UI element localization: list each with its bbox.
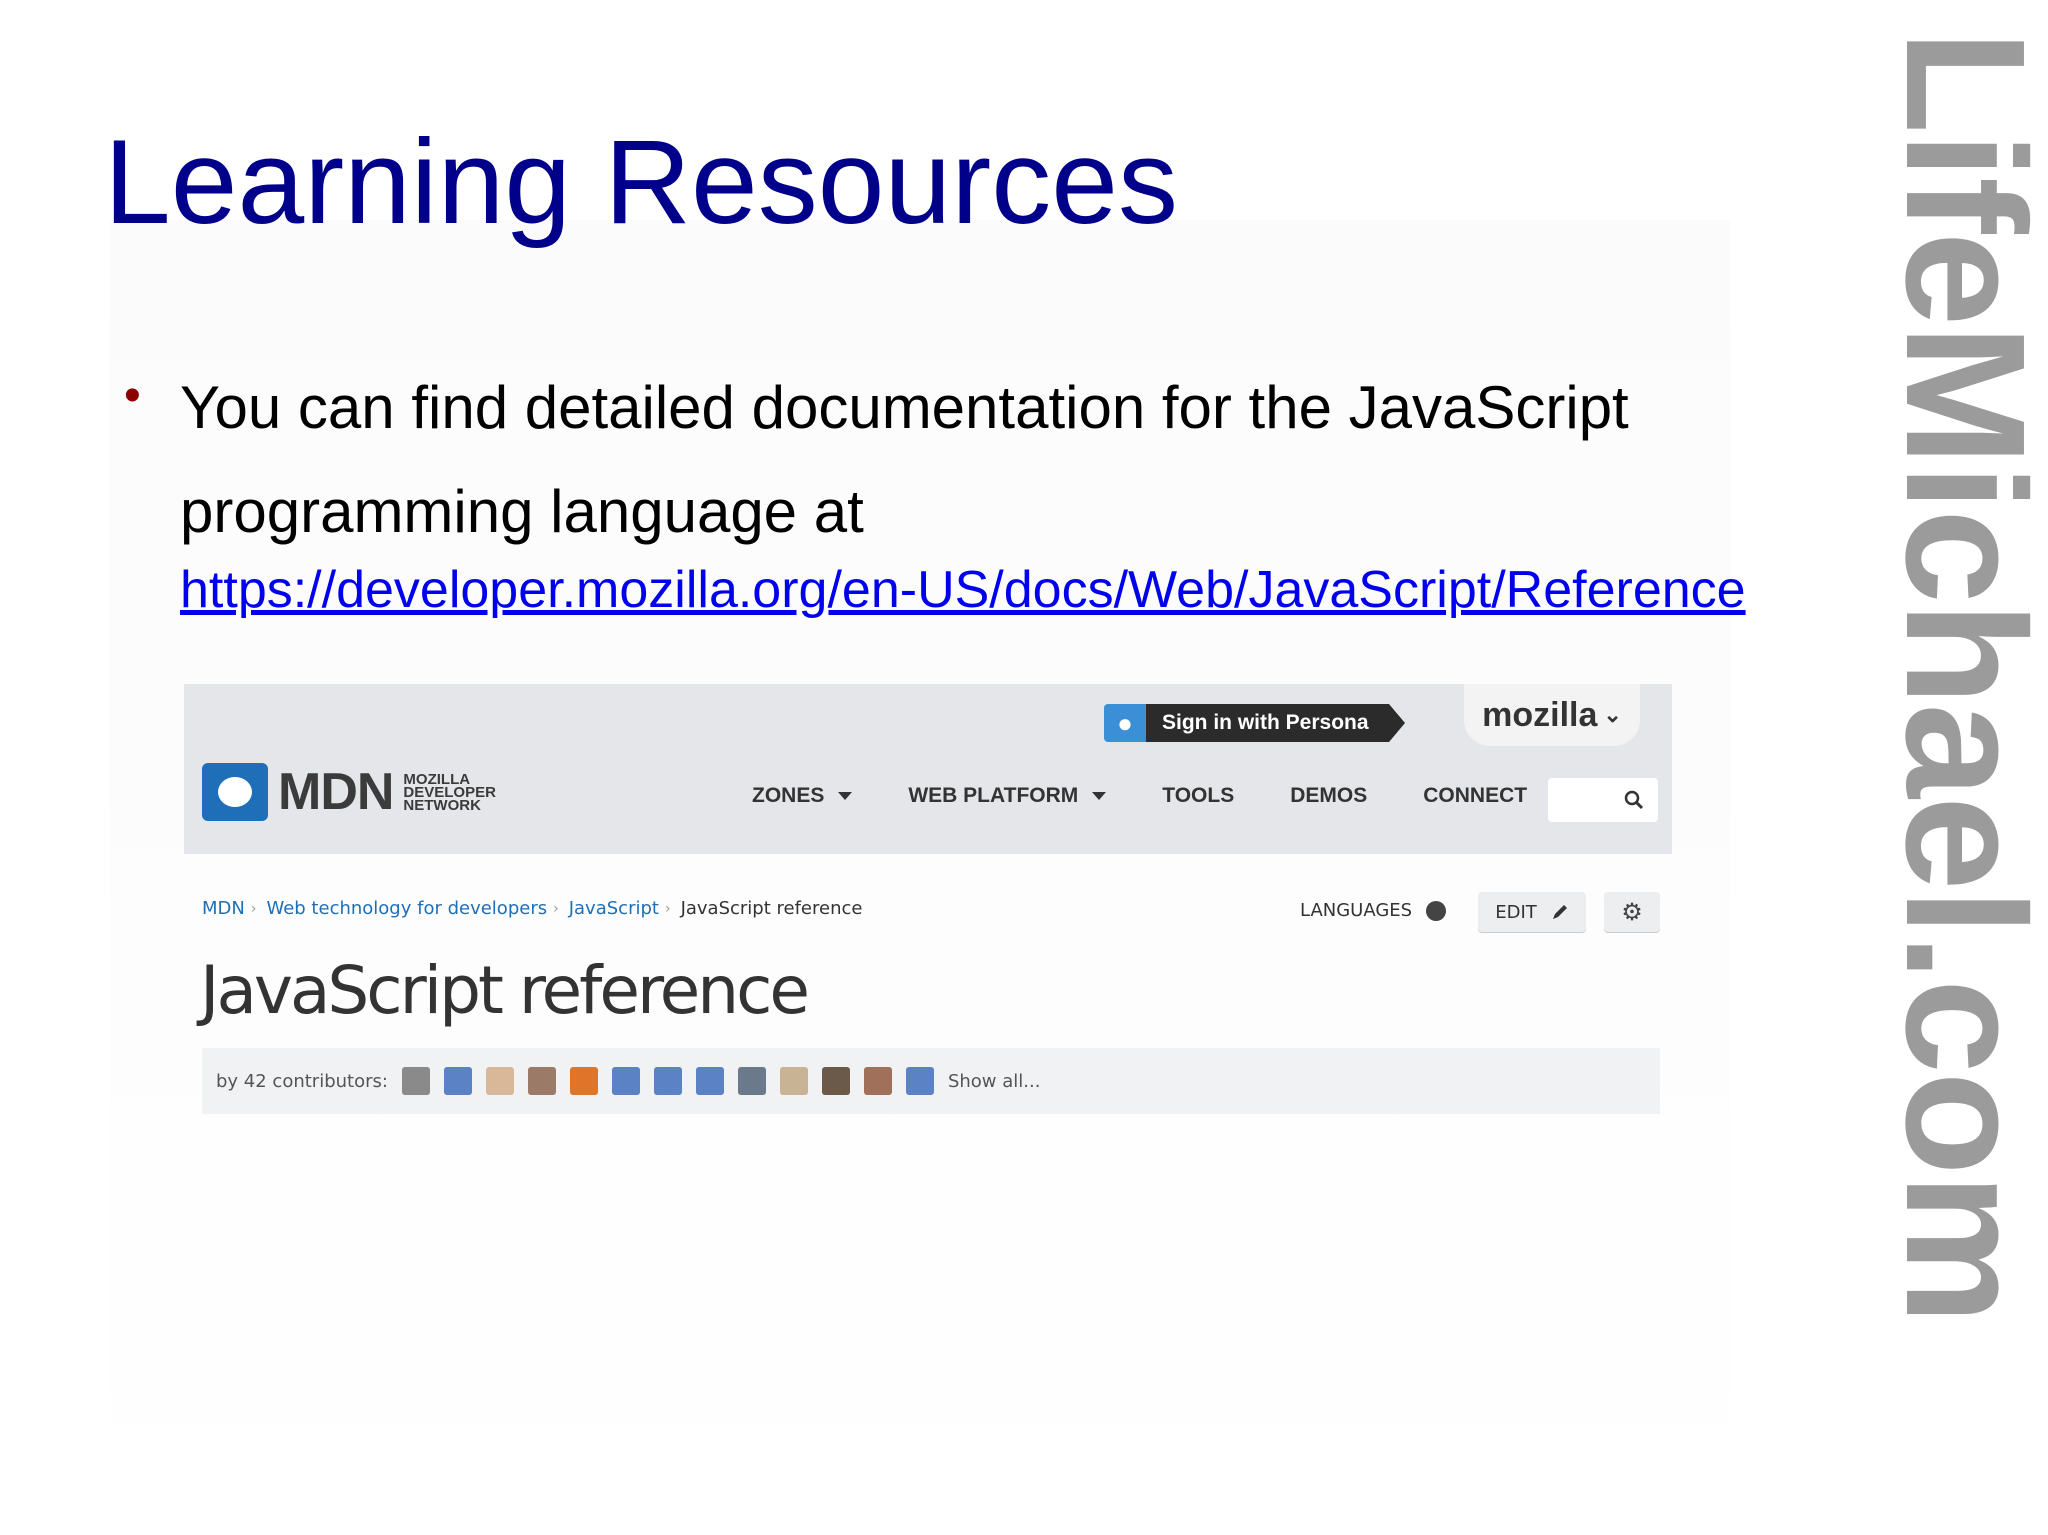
mdn-screenshot: ● Sign in with Persona mozilla ⌄ MDN MOZ… bbox=[184, 684, 1672, 1114]
breadcrumb-link[interactable]: Web technology for developers bbox=[266, 898, 547, 919]
contributor-avatar[interactable] bbox=[485, 1067, 514, 1095]
side-brand-text: LifeMichael.com bbox=[1870, 30, 2048, 1323]
contributor-avatar[interactable] bbox=[527, 1067, 556, 1095]
globe-icon bbox=[1426, 900, 1447, 921]
logo-subtitle: MOZILLA DEVELOPER NETWORK bbox=[403, 772, 496, 813]
mdn-header: ● Sign in with Persona mozilla ⌄ MDN MOZ… bbox=[184, 684, 1672, 854]
persona-signin-label: Sign in with Persona bbox=[1146, 704, 1405, 742]
contributors-bar: by 42 contributors: Show all... bbox=[202, 1048, 1660, 1114]
nav-item-demos[interactable]: DEMOS bbox=[1290, 784, 1367, 808]
edit-button[interactable]: EDIT bbox=[1478, 892, 1586, 932]
caret-down-icon bbox=[838, 792, 853, 800]
edit-label: EDIT bbox=[1495, 901, 1537, 923]
nav-item-zones[interactable]: ZONES bbox=[752, 784, 853, 808]
nav-item-connect[interactable]: CONNECT bbox=[1423, 784, 1527, 808]
dino-logo-icon bbox=[202, 763, 268, 821]
nav-label: WEB PLATFORM bbox=[908, 784, 1079, 807]
nav-label: TOOLS bbox=[1162, 784, 1235, 807]
contributor-avatar[interactable] bbox=[737, 1067, 766, 1095]
mdn-logo[interactable]: MDN MOZILLA DEVELOPER NETWORK bbox=[202, 762, 496, 822]
contributor-avatar[interactable] bbox=[653, 1067, 682, 1095]
chevron-down-icon: ⌄ bbox=[1603, 702, 1622, 727]
breadcrumb-link[interactable]: MDN bbox=[202, 898, 245, 919]
caret-down-icon bbox=[1092, 792, 1107, 800]
languages-label: LANGUAGES bbox=[1300, 900, 1413, 921]
breadcrumb-link[interactable]: JavaScript bbox=[569, 898, 659, 919]
contributor-avatars bbox=[401, 1067, 934, 1095]
breadcrumb-separator-icon: › bbox=[250, 900, 257, 917]
contributor-avatar[interactable] bbox=[611, 1067, 640, 1095]
breadcrumb-separator-icon: › bbox=[553, 900, 559, 917]
nav-label: DEMOS bbox=[1290, 784, 1368, 807]
nav-item-web-platform[interactable]: WEB PLATFORM bbox=[908, 784, 1107, 808]
nav-label: ZONES bbox=[752, 784, 825, 807]
bullet-marker: • bbox=[124, 369, 141, 422]
main-nav: ZONES WEB PLATFORM TOOLS DEMOS CONNECT bbox=[752, 784, 1583, 808]
mozilla-label: mozilla bbox=[1482, 695, 1598, 734]
search-input[interactable] bbox=[1548, 778, 1658, 822]
mozilla-menu-tab[interactable]: mozilla ⌄ bbox=[1464, 684, 1640, 746]
nav-label: CONNECT bbox=[1423, 784, 1528, 807]
user-icon: ● bbox=[1104, 704, 1146, 742]
show-all-link[interactable]: Show all... bbox=[948, 1071, 1041, 1092]
breadcrumb-separator-icon: › bbox=[664, 900, 671, 917]
logo-wordmark: MDN bbox=[278, 763, 394, 821]
contributor-avatar[interactable] bbox=[695, 1067, 724, 1095]
nav-item-tools[interactable]: TOOLS bbox=[1162, 784, 1234, 808]
page-title: JavaScript reference bbox=[200, 952, 810, 1029]
contributor-avatar[interactable] bbox=[443, 1067, 472, 1095]
contributor-avatar[interactable] bbox=[905, 1067, 934, 1095]
contributor-avatar[interactable] bbox=[569, 1067, 598, 1095]
breadcrumb-current: JavaScript reference bbox=[680, 898, 863, 919]
gear-icon: ⚙ bbox=[1621, 898, 1643, 926]
persona-signin-button[interactable]: ● Sign in with Persona bbox=[1104, 704, 1405, 742]
mdn-reference-link[interactable]: https://developer.mozilla.org/en-US/docs… bbox=[180, 560, 1746, 620]
pencil-icon bbox=[1552, 905, 1567, 919]
contributor-avatar[interactable] bbox=[821, 1067, 850, 1095]
contributor-avatar[interactable] bbox=[779, 1067, 808, 1095]
settings-button[interactable]: ⚙ bbox=[1604, 892, 1660, 932]
slide-title: Learning Resources bbox=[104, 115, 1178, 249]
contributor-avatar[interactable] bbox=[401, 1067, 430, 1095]
contributor-avatar[interactable] bbox=[863, 1067, 892, 1095]
contributors-label: by 42 contributors: bbox=[216, 1070, 388, 1092]
bullet-text: You can find detailed documentation for … bbox=[180, 374, 1629, 545]
languages-menu[interactable]: LANGUAGES bbox=[1300, 900, 1447, 921]
search-icon bbox=[1624, 790, 1644, 810]
breadcrumb: MDN › Web technology for developers › Ja… bbox=[202, 898, 862, 919]
